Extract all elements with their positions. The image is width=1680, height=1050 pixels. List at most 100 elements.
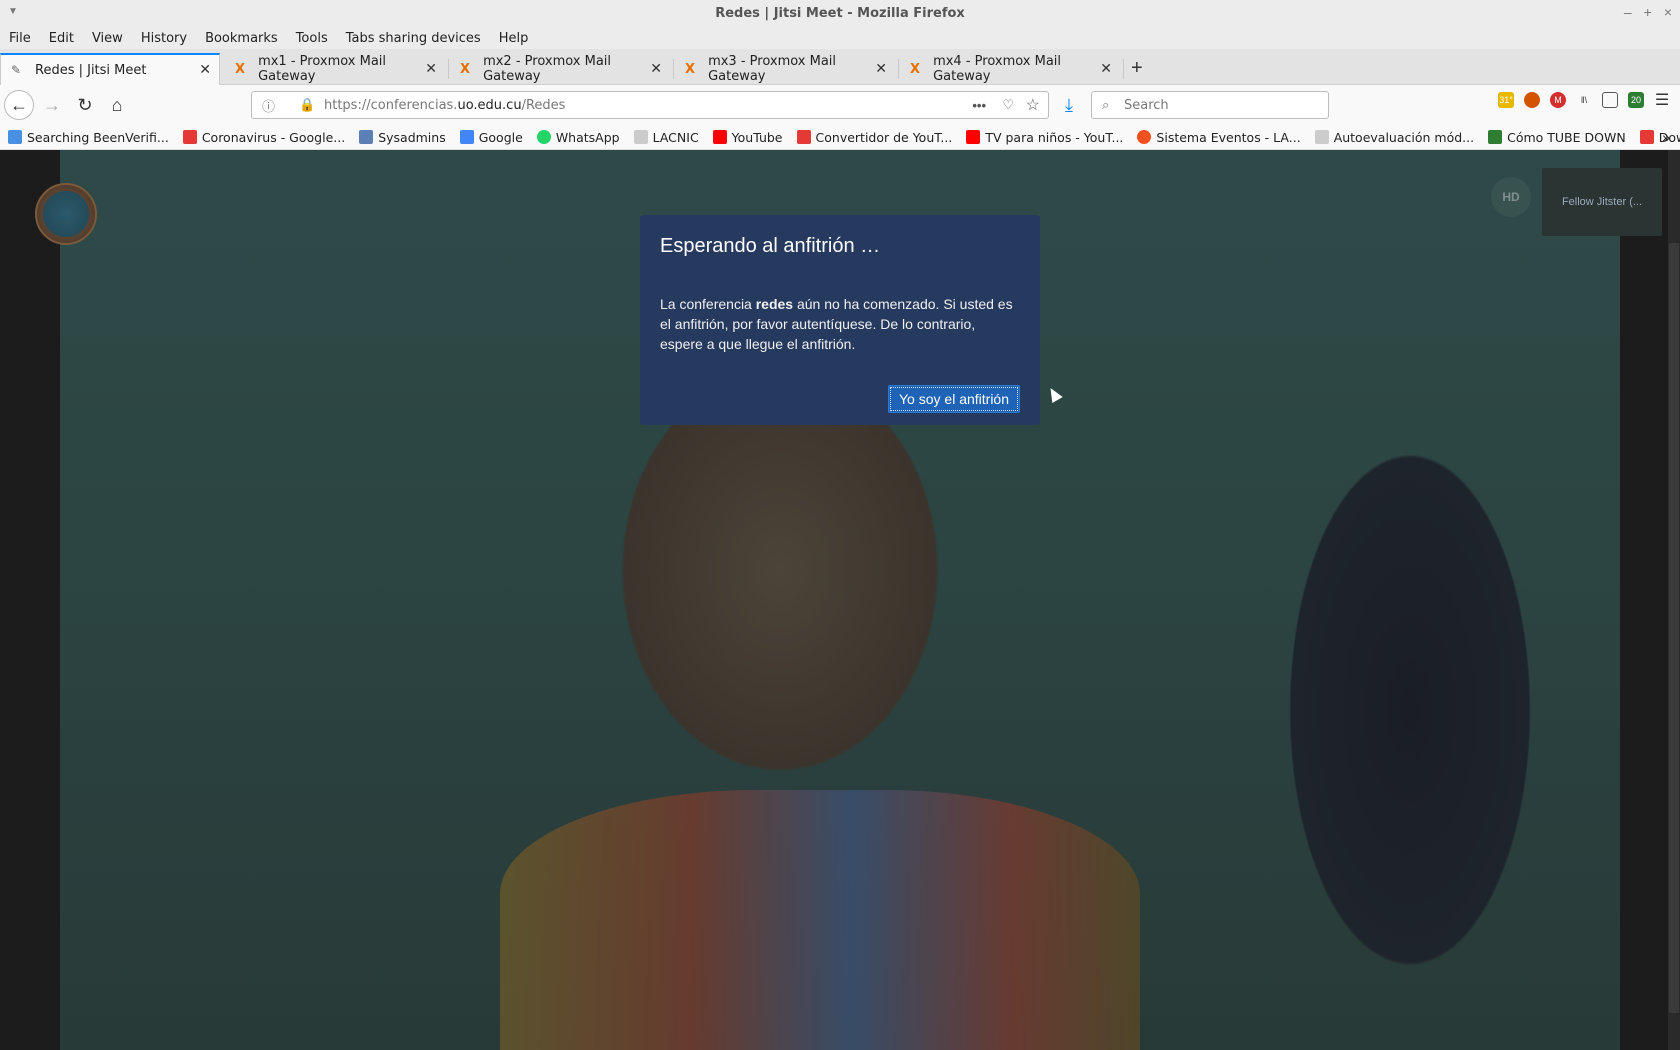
bookmark-item[interactable]: Sysadmins — [359, 130, 446, 145]
tab-separator — [898, 59, 899, 79]
bookmark-item[interactable]: LACNIC — [633, 130, 699, 145]
jitsi-favicon-icon: ✎ — [11, 63, 22, 77]
close-window-icon[interactable]: × — [1664, 4, 1672, 20]
bookmark-favicon-icon — [536, 130, 551, 144]
weather-extension-icon[interactable]: 31° — [1498, 92, 1514, 108]
participant-thumbnail[interactable]: Fellow Jitster (... — [1542, 168, 1662, 236]
counter-badge: 20 — [1630, 95, 1641, 105]
tab-label: mx3 - Proxmox Mail Gateway — [708, 54, 837, 84]
pocket-icon[interactable]: ♡ — [1002, 97, 1014, 113]
bookmark-favicon-icon — [633, 130, 648, 144]
tab-separator — [1123, 59, 1124, 79]
menu-tabs-sharing[interactable]: Tabs sharing devices — [346, 31, 481, 46]
site-info-icon[interactable]: ⓘ — [262, 96, 275, 115]
url-text[interactable]: https://conferencias.uo.edu.cu/Redes — [324, 98, 565, 113]
close-tab-icon[interactable]: ✕ — [425, 61, 437, 77]
proxmox-favicon-icon: X — [685, 62, 696, 77]
menu-view[interactable]: View — [92, 31, 123, 46]
menu-file[interactable]: File — [9, 31, 31, 46]
scrollbar-thumb[interactable] — [1669, 243, 1679, 1013]
hamburger-menu-icon[interactable]: ☰ — [1654, 92, 1670, 109]
i-am-host-button[interactable]: Yo soy el anfitrión — [888, 385, 1020, 413]
proxmox-favicon-icon: X — [910, 62, 921, 77]
bookmark-item[interactable]: Coronavirus - Google... — [182, 130, 345, 145]
menu-edit[interactable]: Edit — [49, 31, 74, 46]
close-tab-icon[interactable]: ✕ — [199, 62, 211, 78]
page-actions-icon[interactable]: ••• — [972, 98, 986, 113]
menu-help[interactable]: Help — [499, 31, 529, 46]
bookmarks-overflow-icon[interactable]: » — [1662, 129, 1670, 145]
close-tab-icon[interactable]: ✕ — [1100, 61, 1112, 77]
bookmark-favicon-icon — [1137, 130, 1152, 144]
proxmox-favicon-icon: X — [460, 62, 471, 77]
search-icon: ⌕ — [1102, 97, 1110, 113]
tab-mx3[interactable]: X mx3 - Proxmox Mail Gateway ✕ — [675, 53, 895, 85]
counter-extension-icon[interactable]: 20 — [1628, 92, 1644, 108]
lock-icon: 🔒 — [299, 97, 316, 112]
bookmark-item[interactable]: TV para niños - YouT... — [966, 130, 1123, 145]
navigation-toolbar: ← → ↻ ⌂ ⓘ 🔒 https://conferencias.uo.edu.… — [0, 85, 1680, 125]
window-titlebar: ▼ Redes | Jitsi Meet - Mozilla Firefox –… — [0, 0, 1680, 27]
search-input[interactable]: ⌕ Search — [1091, 91, 1329, 119]
tab-jitsi[interactable]: ✎ Redes | Jitsi Meet ✕ — [0, 53, 220, 85]
waiting-host-dialog: Esperando al anfitrión … La conferencia … — [640, 215, 1040, 425]
bookmarks-toolbar: Searching BeenVerifi... Coronavirus - Go… — [0, 125, 1680, 150]
home-icon[interactable]: ⌂ — [103, 91, 131, 119]
tab-label: mx1 - Proxmox Mail Gateway — [258, 54, 387, 84]
bookmark-favicon-icon — [796, 130, 811, 144]
tab-label: mx2 - Proxmox Mail Gateway — [483, 54, 612, 84]
proxmox-favicon-icon: X — [235, 62, 246, 77]
bookmark-favicon-icon — [966, 130, 981, 144]
bookmark-favicon-icon — [1639, 130, 1654, 144]
menu-bookmarks[interactable]: Bookmarks — [205, 31, 278, 46]
bookmark-star-icon[interactable]: ☆ — [1026, 95, 1040, 115]
library-icon[interactable]: ‖\ — [1576, 92, 1592, 108]
bookmark-item[interactable]: Down YouTube — [1639, 130, 1680, 145]
video-quality-badge: HD — [1491, 177, 1531, 217]
reload-icon[interactable]: ↻ — [71, 91, 99, 119]
sidebar-icon[interactable] — [1602, 92, 1618, 108]
bookmark-item[interactable]: Sistema Eventos - LA... — [1137, 130, 1301, 145]
bookmark-favicon-icon — [8, 130, 22, 144]
bookmark-item[interactable]: Google — [459, 130, 523, 145]
participant-name: Fellow Jitster (... — [1561, 196, 1643, 208]
tab-mx2[interactable]: X mx2 - Proxmox Mail Gateway ✕ — [450, 53, 670, 85]
close-tab-icon[interactable]: ✕ — [875, 61, 887, 77]
menu-history[interactable]: History — [141, 31, 187, 46]
bookmark-item[interactable]: WhatsApp — [536, 130, 620, 145]
tab-separator — [448, 59, 449, 79]
weather-badge: 31° — [1499, 95, 1513, 105]
mega-extension-icon[interactable]: M — [1550, 92, 1566, 108]
bookmark-item[interactable]: YouTube — [712, 130, 783, 145]
maximize-icon[interactable]: + — [1644, 4, 1652, 20]
scrollbar[interactable] — [1668, 150, 1680, 1050]
dialog-message: La conferencia redes aún no ha comenzado… — [660, 296, 1013, 352]
bookmark-item[interactable]: Convertidor de YouT... — [796, 130, 952, 145]
tab-label: mx4 - Proxmox Mail Gateway — [933, 54, 1062, 84]
bookmark-favicon-icon — [359, 130, 374, 144]
download-icon[interactable]: ⤓ — [1055, 91, 1083, 119]
dialog-title: Esperando al anfitrión … — [660, 235, 881, 257]
close-tab-icon[interactable]: ✕ — [650, 61, 662, 77]
jitsi-meeting-page: HD Fellow Jitster (... Esperando al anfi… — [0, 150, 1680, 1050]
tab-mx1[interactable]: X mx1 - Proxmox Mail Gateway ✕ — [225, 53, 445, 85]
bookmark-item[interactable]: Autoevaluación mód... — [1314, 130, 1474, 145]
new-tab-icon[interactable]: + — [1131, 57, 1143, 80]
bookmark-item[interactable]: Cómo TUBE DOWN — [1488, 130, 1626, 145]
tab-strip: ✎ Redes | Jitsi Meet ✕ X mx1 - Proxmox M… — [0, 49, 1680, 85]
basketball-extension-icon[interactable] — [1524, 92, 1540, 108]
tab-separator — [673, 59, 674, 79]
organization-logo — [35, 183, 97, 245]
bookmark-item[interactable]: Searching BeenVerifi... — [8, 130, 169, 145]
menu-tools[interactable]: Tools — [296, 31, 328, 46]
bookmark-favicon-icon — [1314, 130, 1329, 144]
url-bar[interactable]: ⓘ 🔒 https://conferencias.uo.edu.cu/Redes… — [251, 91, 1049, 119]
minimize-icon[interactable]: – — [1624, 4, 1632, 20]
window-menu-icon[interactable]: ▼ — [8, 6, 18, 17]
back-icon[interactable]: ← — [4, 90, 34, 120]
tab-mx4[interactable]: X mx4 - Proxmox Mail Gateway ✕ — [900, 53, 1120, 85]
search-placeholder: Search — [1124, 97, 1169, 113]
bookmark-favicon-icon — [459, 130, 474, 144]
bookmark-favicon-icon — [1488, 130, 1503, 144]
forward-icon[interactable]: → — [38, 91, 66, 119]
